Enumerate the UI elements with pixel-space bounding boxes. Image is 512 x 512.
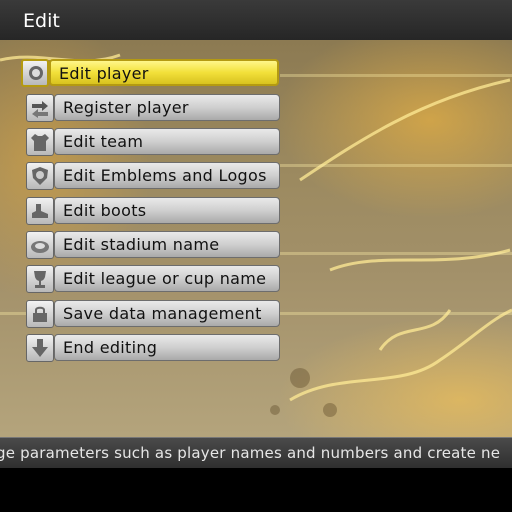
menu-item-label: Edit team [63,132,144,151]
menu-item-edit-stadium-name[interactable]: Edit stadium name [26,230,280,259]
save-lock-icon [26,300,54,328]
menu-item-end-editing[interactable]: End editing [26,333,280,362]
bottom-letterbox [0,468,512,512]
menu-item-register-player[interactable]: Register player [26,93,280,122]
trophy-icon [26,265,54,293]
menu-item-edit-boots[interactable]: Edit boots [26,196,280,225]
menu-item-edit-team[interactable]: Edit team [26,127,280,156]
menu-item-label: Save data management [63,304,262,323]
menu-item-label: Edit player [59,64,149,83]
help-ticker: ge parameters such as player names and n… [0,437,512,469]
boot-icon [26,197,54,225]
menu-item-edit-league-cup-name[interactable]: Edit league or cup name [26,264,280,293]
down-arrow-icon [26,334,54,362]
menu-item-edit-emblems-logos[interactable]: Edit Emblems and Logos [26,161,280,190]
menu-item-label: Edit stadium name [63,235,220,254]
menu-item-label: Edit league or cup name [63,269,267,288]
register-arrows-icon [26,94,54,122]
menu-item-save-data-management[interactable]: Save data management [26,299,280,328]
title-bar: Edit [0,0,512,41]
jersey-icon [26,128,54,156]
menu-item-label: Edit Emblems and Logos [63,166,267,185]
player-face-icon [21,59,49,87]
menu-item-label: Edit boots [63,201,147,220]
menu-item-edit-player[interactable]: Edit player [16,58,280,87]
help-text: ge parameters such as player names and n… [0,444,501,462]
emblem-shield-icon [26,162,54,190]
screen-title: Edit [23,10,60,32]
menu-item-label: Register player [63,98,189,117]
menu-item-label: End editing [63,338,158,357]
stadium-icon [26,231,54,259]
